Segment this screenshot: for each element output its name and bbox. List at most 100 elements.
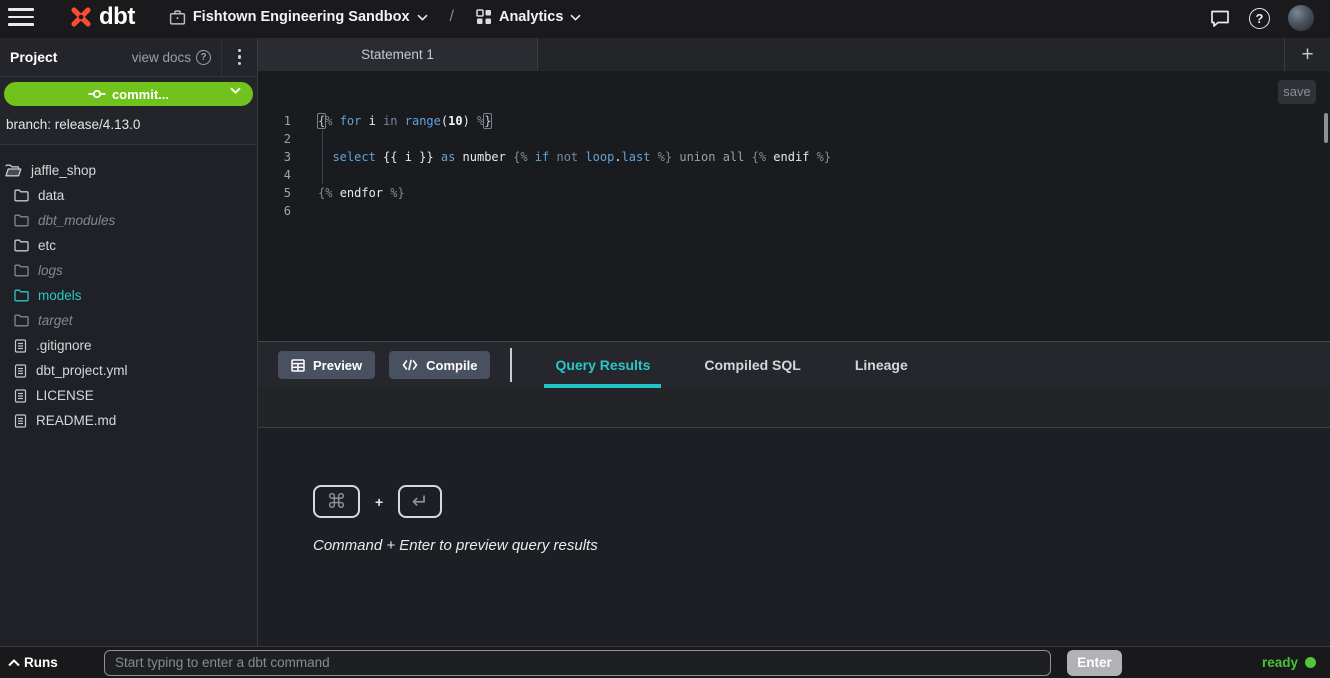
sidebar-header: Project view docs ? [0,38,257,77]
results-tab-compiled-sql[interactable]: Compiled SQL [693,342,811,388]
code-line-2[interactable]: 2 [258,130,1330,148]
tree-item-label: dbt_project.yml [36,363,128,378]
compile-button-label: Compile [426,358,477,373]
dbt-logo[interactable]: dbt [68,3,135,31]
file-explorer-sidebar: Project view docs ? commit... [0,38,258,646]
dbt-logo-text: dbt [99,3,135,31]
runs-label: Runs [24,655,58,670]
folder-open-icon [5,164,22,177]
tree-item-dbt-modules[interactable]: dbt_modules [0,208,257,233]
runs-panel-toggle[interactable]: Runs [8,655,104,670]
workspace: Project view docs ? commit... [0,38,1330,646]
chevron-down-icon [230,87,241,94]
code-line-5[interactable]: 5{% endfor %} [258,184,1330,202]
shortcut-hint-keys: ⌘ + ↵ [313,485,1330,518]
code-line-3[interactable]: 3 select {{ i }} as number {% if not loo… [258,148,1330,166]
tree-item-label: jaffle_shop [31,163,96,178]
plus-icon: + [1301,43,1313,67]
tree-item-label: logs [38,263,63,278]
tree-item-label: dbt_modules [38,213,115,228]
tree-item-logs[interactable]: logs [0,258,257,283]
plus-separator: + [375,494,383,510]
results-panel-header: Preview Compile Query Results Compiled SQ… [258,341,1330,388]
tree-item-label: models [38,288,82,303]
chevron-down-icon [570,14,581,21]
status-text: ready [1262,655,1298,670]
tree-item-target[interactable]: target [0,308,257,333]
code-text: {% for i in range(10) %} [306,112,491,130]
results-tab-lineage[interactable]: Lineage [844,342,919,388]
new-tab-button[interactable]: + [1284,38,1330,71]
file-icon [14,339,27,353]
folder-icon [14,189,29,202]
return-key-icon: ↵ [398,485,442,518]
compile-button[interactable]: Compile [389,351,490,379]
chevron-up-icon [8,659,20,667]
hamburger-menu-icon[interactable] [8,7,34,27]
tab-label: Statement 1 [361,47,434,62]
code-line-6[interactable]: 6 [258,202,1330,220]
code-line-1[interactable]: 1{% for i in range(10) %} [258,112,1330,130]
project-switcher[interactable]: Analytics [476,9,581,25]
results-tabs: Query Results Compiled SQL Lineage [528,342,934,388]
tree-item-data[interactable]: data [0,183,257,208]
project-name: Analytics [499,9,563,25]
account-switcher[interactable]: Fishtown Engineering Sandbox [169,9,428,26]
line-number: 6 [258,202,306,220]
git-commit-icon [88,88,106,100]
code-text [306,166,318,184]
commit-button-label: commit... [112,87,169,102]
line-number: 3 [258,148,306,166]
editor-area: Statement 1 + save 1{% for i in range(10… [258,38,1330,646]
editor-toolbar: save [258,71,1330,112]
editor-scrollbar[interactable] [1324,113,1328,143]
sidebar-title: Project [0,49,57,65]
dbt-command-input[interactable] [104,650,1051,676]
status-dot-icon [1305,657,1316,668]
version-control-area: commit... branch: release/4.13.0 [0,77,257,145]
chevron-down-icon [417,14,428,21]
results-tab-query-results[interactable]: Query Results [544,342,661,388]
briefcase-icon [169,9,186,26]
tree-item-dbt-project-yml[interactable]: dbt_project.yml [0,358,257,383]
file-icon [14,389,27,403]
tree-item-jaffle-shop[interactable]: jaffle_shop [0,158,257,183]
tree-item-readme-md[interactable]: README.md [0,408,257,433]
command-status-bar: Runs Enter ready [0,646,1330,678]
code-editor[interactable]: 1{% for i in range(10) %}23 select {{ i … [258,112,1330,341]
chat-icon[interactable] [1209,7,1231,29]
preview-button[interactable]: Preview [278,351,375,379]
tree-item-label: target [38,313,73,328]
indent-guide [322,166,323,184]
branch-label: branch: release/4.13.0 [6,117,253,132]
tree-item-label: README.md [36,413,116,428]
view-docs-label: view docs [132,50,191,65]
dbt-logo-icon [68,4,94,30]
commit-button[interactable]: commit... [4,82,253,106]
tree-item-label: LICENSE [36,388,94,403]
code-text: {% endfor %} [306,184,405,202]
tree-item-etc[interactable]: etc [0,233,257,258]
ide-status: ready [1122,655,1316,670]
tab-statement-1[interactable]: Statement 1 [258,38,538,71]
help-icon[interactable]: ? [1249,8,1270,29]
view-docs-link[interactable]: view docs ? [132,50,221,65]
editor-tab-bar: Statement 1 + [258,38,1330,71]
indent-guide [322,130,323,148]
code-line-4[interactable]: 4 [258,166,1330,184]
folder-icon [14,214,29,227]
table-icon [291,359,305,372]
indent-guide [322,148,323,166]
tree-item--gitignore[interactable]: .gitignore [0,333,257,358]
sidebar-kebab-menu[interactable] [221,38,257,76]
user-avatar[interactable] [1288,5,1314,31]
tree-item-models[interactable]: models [0,283,257,308]
line-number: 4 [258,166,306,184]
file-icon [14,414,27,428]
save-button[interactable]: save [1278,80,1316,104]
tree-item-license[interactable]: LICENSE [0,383,257,408]
file-icon [14,364,27,378]
question-circle-icon: ? [196,50,211,65]
enter-button[interactable]: Enter [1067,650,1122,676]
breadcrumb-separator: / [450,8,454,26]
